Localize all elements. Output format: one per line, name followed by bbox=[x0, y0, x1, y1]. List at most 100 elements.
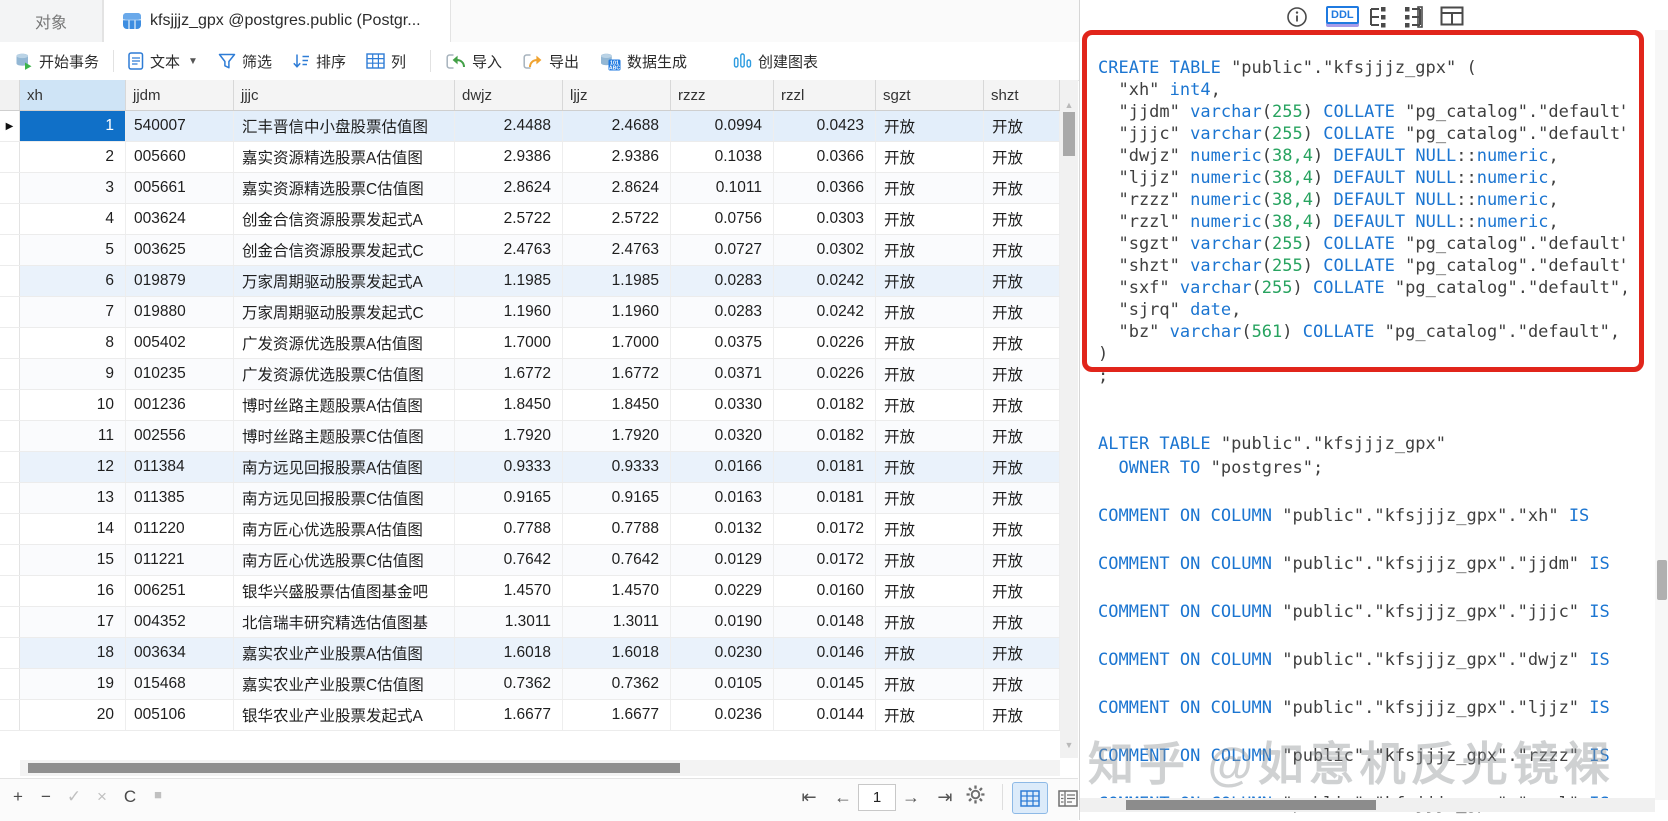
row-gutter[interactable] bbox=[0, 328, 20, 358]
cell-shzt[interactable]: 开放 bbox=[984, 607, 1060, 637]
settings-gear-icon[interactable] bbox=[966, 785, 992, 804]
cell-ljjz[interactable]: 1.6772 bbox=[563, 359, 671, 389]
cell-xh[interactable]: 18 bbox=[20, 638, 126, 668]
row-gutter[interactable] bbox=[0, 452, 20, 482]
row-gutter[interactable] bbox=[0, 142, 20, 172]
cell-rzzz[interactable]: 0.1011 bbox=[671, 173, 774, 203]
cell-ljjz[interactable]: 1.6018 bbox=[563, 638, 671, 668]
cell-rzzl[interactable]: 0.0172 bbox=[774, 514, 876, 544]
cell-dwjz[interactable]: 1.6018 bbox=[455, 638, 563, 668]
panel-vertical-scrollbar[interactable] bbox=[1655, 30, 1668, 800]
cell-rzzl[interactable]: 0.0303 bbox=[774, 204, 876, 234]
cell-sgzt[interactable]: 开放 bbox=[876, 235, 984, 265]
page-number-box[interactable]: 1 bbox=[858, 784, 896, 811]
sort-button[interactable]: 排序 bbox=[282, 46, 356, 76]
text-view-button[interactable]: 文本 ▼ bbox=[118, 46, 208, 76]
scroll-up-icon[interactable]: ▲ bbox=[1060, 100, 1078, 110]
cell-sgzt[interactable]: 开放 bbox=[876, 514, 984, 544]
cell-sgzt[interactable]: 开放 bbox=[876, 204, 984, 234]
cell-sgzt[interactable]: 开放 bbox=[876, 142, 984, 172]
cell-shzt[interactable]: 开放 bbox=[984, 359, 1060, 389]
cell-rzzz[interactable]: 0.0166 bbox=[671, 452, 774, 482]
cell-dwjz[interactable]: 0.7362 bbox=[455, 669, 563, 699]
cell-rzzl[interactable]: 0.0146 bbox=[774, 638, 876, 668]
cell-shzt[interactable]: 开放 bbox=[984, 266, 1060, 296]
cell-rzzz[interactable]: 0.0330 bbox=[671, 390, 774, 420]
row-gutter[interactable] bbox=[0, 390, 20, 420]
cell-ljjz[interactable]: 0.7642 bbox=[563, 545, 671, 575]
cell-dwjz[interactable]: 2.5722 bbox=[455, 204, 563, 234]
row-gutter[interactable] bbox=[0, 700, 20, 730]
cell-jjdm[interactable]: 003625 bbox=[126, 235, 234, 265]
cell-rzzz[interactable]: 0.0283 bbox=[671, 266, 774, 296]
cell-shzt[interactable]: 开放 bbox=[984, 421, 1060, 451]
cell-rzzl[interactable]: 0.0182 bbox=[774, 421, 876, 451]
grid-vertical-scrollbar[interactable]: ▲ ▼ bbox=[1060, 80, 1078, 758]
cell-xh[interactable]: 20 bbox=[20, 700, 126, 730]
cell-shzt[interactable]: 开放 bbox=[984, 452, 1060, 482]
cell-jjdm[interactable]: 001236 bbox=[126, 390, 234, 420]
cell-rzzz[interactable]: 0.0129 bbox=[671, 545, 774, 575]
cell-sgzt[interactable]: 开放 bbox=[876, 576, 984, 606]
referenced-tables-icon[interactable] bbox=[1402, 6, 1426, 28]
row-gutter[interactable] bbox=[0, 669, 20, 699]
cell-rzzz[interactable]: 0.0727 bbox=[671, 235, 774, 265]
cell-ljjz[interactable]: 2.4763 bbox=[563, 235, 671, 265]
ddl-create-table-sql[interactable]: CREATE TABLE "public"."kfsjjjz_gpx" ( "x… bbox=[1098, 57, 1626, 387]
row-gutter[interactable] bbox=[0, 235, 20, 265]
scroll-down-icon[interactable]: ▼ bbox=[1060, 740, 1078, 750]
cell-shzt[interactable]: 开放 bbox=[984, 235, 1060, 265]
row-gutter[interactable] bbox=[0, 173, 20, 203]
cell-jjjc[interactable]: 北信瑞丰研究精选估值图基 bbox=[234, 607, 455, 637]
cell-rzzl[interactable]: 0.0182 bbox=[774, 390, 876, 420]
cell-dwjz[interactable]: 0.9165 bbox=[455, 483, 563, 513]
cell-sgzt[interactable]: 开放 bbox=[876, 266, 984, 296]
cell-ljjz[interactable]: 1.1960 bbox=[563, 297, 671, 327]
column-header-xh[interactable]: xh bbox=[20, 80, 126, 110]
data-generation-button[interactable]: 101 ABC 数据生成 bbox=[589, 46, 697, 76]
cell-xh[interactable]: 8 bbox=[20, 328, 126, 358]
cell-jjdm[interactable]: 003634 bbox=[126, 638, 234, 668]
row-gutter[interactable] bbox=[0, 607, 20, 637]
ddl-tab-button[interactable]: DDL bbox=[1326, 6, 1359, 24]
cell-jjjc[interactable]: 嘉实农业产业股票C估值图 bbox=[234, 669, 455, 699]
cell-dwjz[interactable]: 1.3011 bbox=[455, 607, 563, 637]
cell-jjdm[interactable]: 019880 bbox=[126, 297, 234, 327]
cell-ljjz[interactable]: 0.9333 bbox=[563, 452, 671, 482]
cell-rzzz[interactable]: 0.0132 bbox=[671, 514, 774, 544]
cell-rzzl[interactable]: 0.0242 bbox=[774, 297, 876, 327]
cell-xh[interactable]: 6 bbox=[20, 266, 126, 296]
cell-rzzl[interactable]: 0.0160 bbox=[774, 576, 876, 606]
cell-shzt[interactable]: 开放 bbox=[984, 545, 1060, 575]
cell-ljjz[interactable]: 2.5722 bbox=[563, 204, 671, 234]
cell-dwjz[interactable]: 1.4570 bbox=[455, 576, 563, 606]
cell-xh[interactable]: 2 bbox=[20, 142, 126, 172]
cell-jjdm[interactable]: 011385 bbox=[126, 483, 234, 513]
referencing-tables-icon[interactable] bbox=[1368, 6, 1392, 28]
cell-rzzl[interactable]: 0.0242 bbox=[774, 266, 876, 296]
cell-jjjc[interactable]: 嘉实资源精选股票C估值图 bbox=[234, 173, 455, 203]
row-gutter[interactable] bbox=[0, 421, 20, 451]
grid-corner-cell[interactable] bbox=[0, 80, 20, 110]
cell-jjjc[interactable]: 嘉实农业产业股票A估值图 bbox=[234, 638, 455, 668]
begin-transaction-button[interactable]: 开始事务 bbox=[4, 46, 109, 76]
cell-shzt[interactable]: 开放 bbox=[984, 173, 1060, 203]
row-gutter[interactable] bbox=[0, 359, 20, 389]
cell-xh[interactable]: 13 bbox=[20, 483, 126, 513]
cell-ljjz[interactable]: 1.3011 bbox=[563, 607, 671, 637]
cell-dwjz[interactable]: 1.8450 bbox=[455, 390, 563, 420]
export-button[interactable]: 导出 bbox=[512, 46, 589, 76]
cell-xh[interactable]: 9 bbox=[20, 359, 126, 389]
cell-sgzt[interactable]: 开放 bbox=[876, 390, 984, 420]
info-icon[interactable] bbox=[1286, 6, 1308, 28]
cell-jjdm[interactable]: 015468 bbox=[126, 669, 234, 699]
grid-hscroll-thumb[interactable] bbox=[28, 763, 680, 773]
cell-jjdm[interactable]: 010235 bbox=[126, 359, 234, 389]
cell-xh[interactable]: 7 bbox=[20, 297, 126, 327]
cell-sgzt[interactable]: 开放 bbox=[876, 421, 984, 451]
cell-jjdm[interactable]: 011220 bbox=[126, 514, 234, 544]
cell-jjjc[interactable]: 嘉实资源精选股票A估值图 bbox=[234, 142, 455, 172]
row-gutter[interactable] bbox=[0, 514, 20, 544]
add-record-button[interactable]: + bbox=[6, 787, 30, 807]
cell-ljjz[interactable]: 0.7362 bbox=[563, 669, 671, 699]
